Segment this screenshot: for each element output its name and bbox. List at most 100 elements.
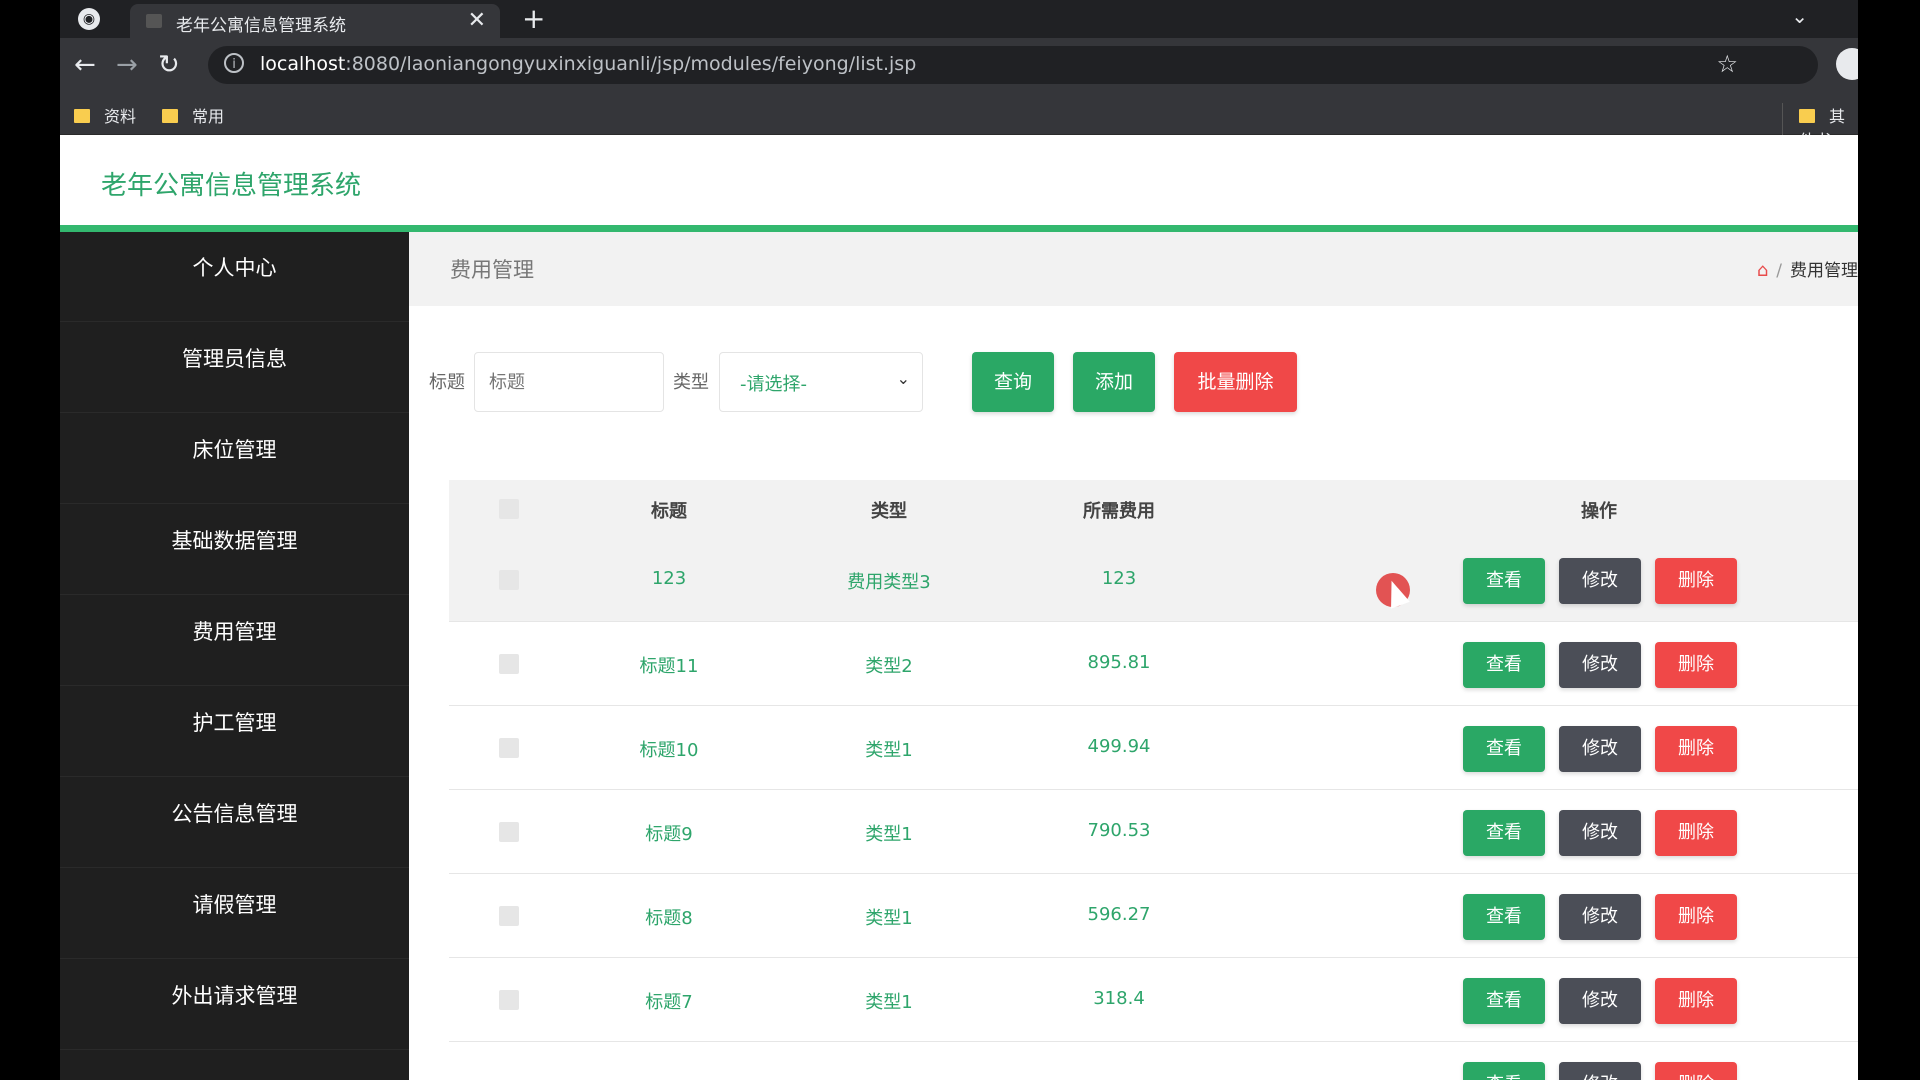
sidebar-item-profile[interactable]: 个人中心: [60, 232, 409, 322]
type-label: 类型: [673, 372, 709, 393]
delete-button[interactable]: 删除: [1655, 726, 1737, 772]
url-path: :8080/laoniangongyuxinxiguanli/jsp/modul…: [345, 53, 917, 75]
favicon-icon: [146, 14, 162, 28]
view-button[interactable]: 查看: [1463, 558, 1545, 604]
cell-cost: 895.81: [1087, 652, 1151, 673]
sidebar-item-fees[interactable]: 费用管理: [60, 596, 409, 686]
delete-button[interactable]: 删除: [1655, 642, 1737, 688]
folder-icon: [74, 109, 90, 123]
row-checkbox[interactable]: [499, 822, 519, 842]
sidebar-item-base-data[interactable]: 基础数据管理: [60, 505, 409, 595]
cell-type: 类型1: [865, 992, 913, 1013]
table-row: 标题11 类型2 895.81 查看 修改 删除: [449, 622, 1858, 706]
sidebar-item-outing[interactable]: 外出请求管理: [60, 960, 409, 1050]
delete-button[interactable]: 删除: [1655, 894, 1737, 940]
title-label: 标题: [429, 372, 465, 393]
bookmark-label: 常用: [192, 107, 225, 126]
row-checkbox[interactable]: [499, 990, 519, 1010]
cell-cost: 318.4: [1093, 988, 1145, 1009]
delete-button[interactable]: 删除: [1655, 810, 1737, 856]
edit-button[interactable]: 修改: [1559, 894, 1641, 940]
cell-type: 类型2: [865, 656, 913, 677]
batch-delete-button[interactable]: 批量删除: [1174, 352, 1297, 412]
tab-search-icon[interactable]: ⌄: [1791, 4, 1808, 28]
select-all-checkbox[interactable]: [499, 499, 519, 519]
table-row: 标题10 类型1 499.94 查看 修改 删除: [449, 706, 1858, 790]
browser-menu-icon[interactable]: ◉: [78, 8, 100, 30]
type-select[interactable]: -请选择- ⌄: [719, 352, 923, 412]
header-cost: 所需费用: [1083, 501, 1155, 522]
type-select-value: -请选择-: [740, 374, 807, 395]
view-button[interactable]: 查看: [1463, 810, 1545, 856]
cell-type: 费用类型3: [847, 572, 931, 593]
sidebar: 个人中心 管理员信息 床位管理 基础数据管理 费用管理 护工管理 公告信息管理 …: [60, 232, 409, 1080]
view-button[interactable]: 查看: [1463, 894, 1545, 940]
sidebar-item-beds[interactable]: 床位管理: [60, 414, 409, 504]
header-type: 类型: [871, 501, 907, 522]
cell-title: 标题11: [639, 656, 699, 677]
breadcrumb-trail: ⌂ / 费用管理: [1757, 256, 1858, 281]
sidebar-item-leave[interactable]: 请假管理: [60, 869, 409, 959]
view-button[interactable]: 查看: [1463, 1062, 1545, 1080]
cell-title: 标题9: [645, 824, 693, 845]
cell-cost: 790.53: [1087, 820, 1151, 841]
add-button[interactable]: 添加: [1073, 352, 1155, 412]
table-row: 查看 修改 删除: [449, 1042, 1858, 1080]
address-bar[interactable]: i localhost:8080/laoniangongyuxinxiguanl…: [208, 46, 1818, 84]
row-checkbox[interactable]: [499, 738, 519, 758]
cell-title: 标题10: [639, 740, 699, 761]
bookmark-folder-2[interactable]: 常用: [162, 103, 224, 127]
bookmarks-bar: 资料 常用 其他书: [60, 94, 1858, 151]
delete-button[interactable]: 删除: [1655, 558, 1737, 604]
edit-button[interactable]: 修改: [1559, 810, 1641, 856]
breadcrumb: 费用管理 ⌂ / 费用管理: [409, 232, 1858, 306]
row-checkbox[interactable]: [499, 654, 519, 674]
back-icon[interactable]: ←: [74, 50, 96, 80]
edit-button[interactable]: 修改: [1559, 978, 1641, 1024]
view-button[interactable]: 查看: [1463, 978, 1545, 1024]
app-header: 老年公寓信息管理系统: [60, 135, 1858, 232]
delete-button[interactable]: 删除: [1655, 1062, 1737, 1080]
edit-button[interactable]: 修改: [1559, 726, 1641, 772]
cell-cost: 499.94: [1087, 736, 1151, 757]
browser-tab[interactable]: 老年公寓信息管理系统 ✕: [130, 4, 500, 38]
sidebar-item-admins[interactable]: 管理员信息: [60, 323, 409, 413]
chevron-down-icon: ⌄: [896, 369, 910, 388]
edit-button[interactable]: 修改: [1559, 558, 1641, 604]
browser-toolbar: ← → ↻ i localhost:8080/laoniangongyuxinx…: [60, 38, 1858, 94]
row-checkbox[interactable]: [499, 906, 519, 926]
url-text[interactable]: localhost:8080/laoniangongyuxinxiguanli/…: [260, 53, 916, 75]
edit-button[interactable]: 修改: [1559, 642, 1641, 688]
table-row: 标题7 类型1 318.4 查看 修改 删除: [449, 958, 1858, 1042]
tab-bar: ◉ 老年公寓信息管理系统 ✕ + ⌄: [60, 0, 1858, 38]
sidebar-item-notices[interactable]: 公告信息管理: [60, 778, 409, 868]
tab-close-icon[interactable]: ✕: [468, 8, 486, 33]
browser-window: ◉ 老年公寓信息管理系统 ✕ + ⌄ ← → ↻ i localhost:808…: [60, 0, 1858, 1080]
header-actions: 操作: [1581, 501, 1617, 522]
delete-button[interactable]: 删除: [1655, 978, 1737, 1024]
site-info-icon[interactable]: i: [224, 53, 244, 73]
cell-title: 标题7: [645, 992, 693, 1013]
query-button[interactable]: 查询: [972, 352, 1054, 412]
edit-button[interactable]: 修改: [1559, 1062, 1641, 1080]
new-tab-icon[interactable]: +: [522, 2, 545, 35]
cell-title: 标题8: [645, 908, 693, 929]
reload-icon[interactable]: ↻: [158, 50, 180, 80]
table-row: 标题8 类型1 596.27 查看 修改 删除: [449, 874, 1858, 958]
title-search-input[interactable]: [474, 352, 664, 412]
url-host: localhost: [260, 53, 346, 75]
bookmark-star-icon[interactable]: ☆: [1716, 50, 1738, 78]
profile-avatar-icon[interactable]: [1836, 48, 1858, 80]
view-button[interactable]: 查看: [1463, 726, 1545, 772]
cell-cost: 123: [1101, 568, 1137, 589]
folder-icon: [162, 109, 178, 123]
home-icon[interactable]: ⌂: [1757, 260, 1768, 281]
forward-icon[interactable]: →: [116, 50, 138, 80]
cell-type: 类型1: [865, 824, 913, 845]
bookmark-folder-1[interactable]: 资料: [74, 103, 136, 127]
sidebar-item-caregivers[interactable]: 护工管理: [60, 687, 409, 777]
row-checkbox[interactable]: [499, 570, 519, 590]
breadcrumb-current: 费用管理: [1790, 261, 1858, 281]
view-button[interactable]: 查看: [1463, 642, 1545, 688]
cell-cost: 596.27: [1087, 904, 1151, 925]
